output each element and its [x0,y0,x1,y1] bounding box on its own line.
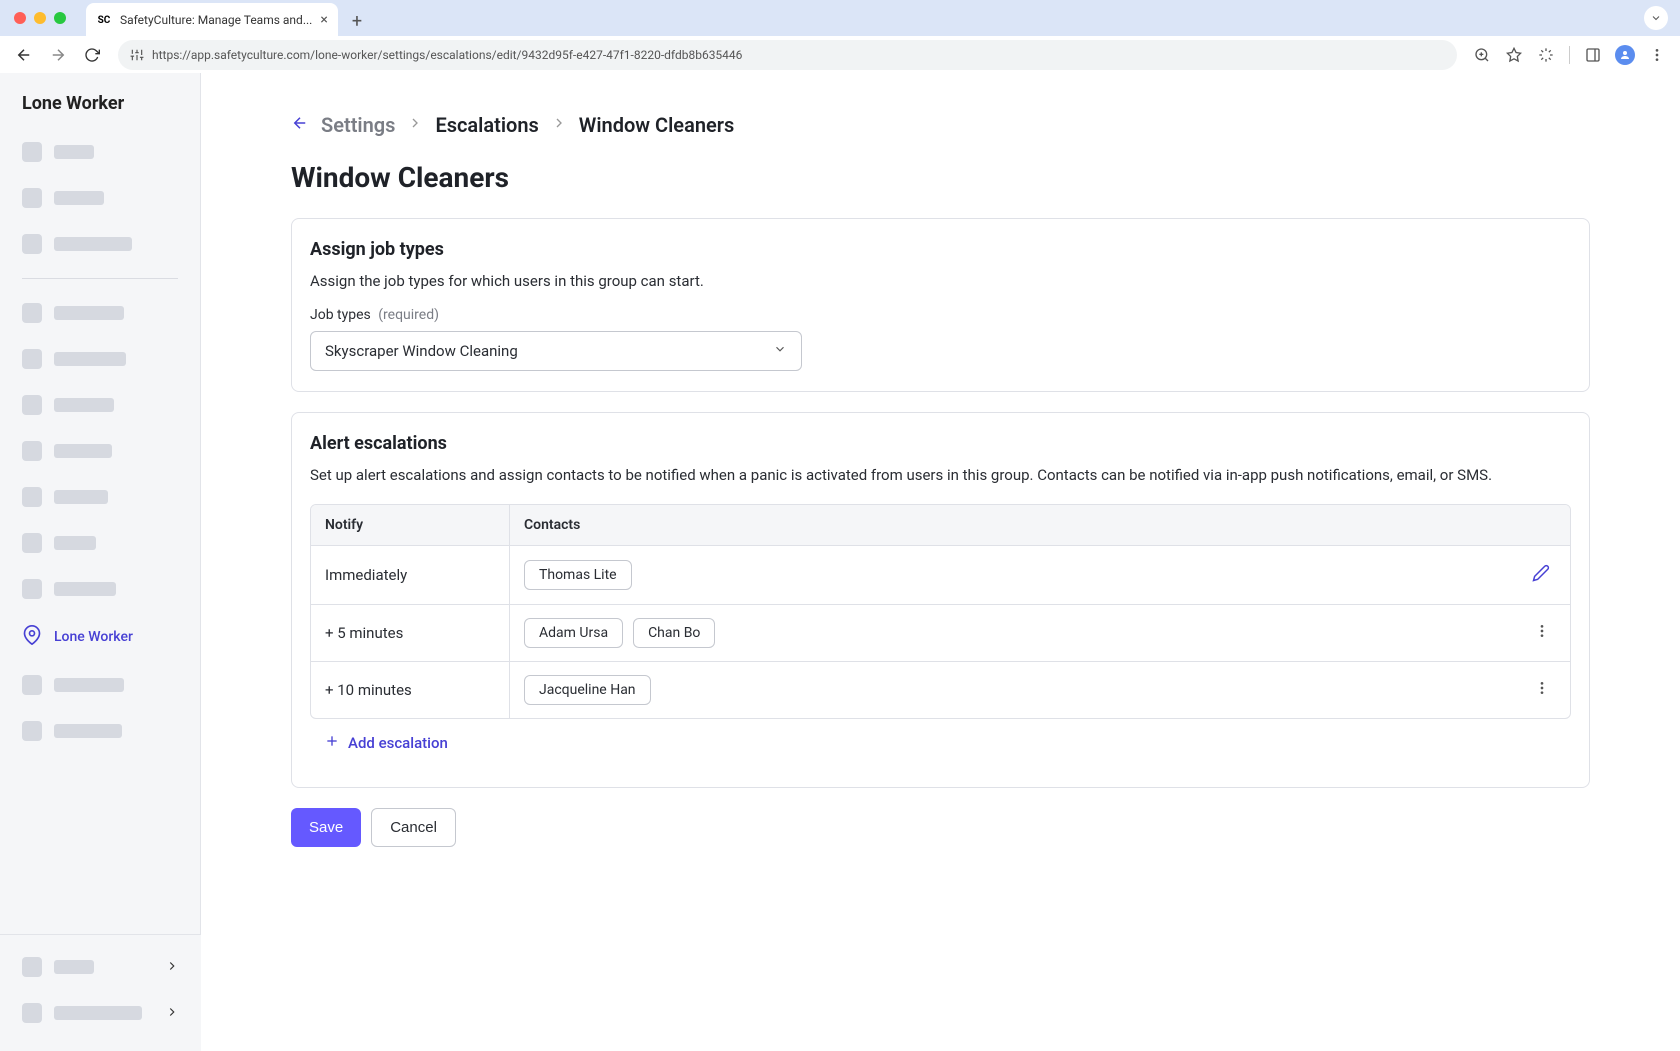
bookmark-icon[interactable] [1501,42,1527,68]
header-notify: Notify [311,505,510,545]
add-escalation-button[interactable]: Add escalation [310,719,1571,767]
job-types-label: Job types (required) [310,307,1571,323]
sidebar-item-skeleton[interactable] [12,993,189,1033]
sidebar-divider [22,278,178,279]
sidebar-title: Lone Worker [12,93,188,132]
chevron-right-icon [551,115,567,135]
chevron-right-icon [165,958,179,977]
page-title: Window Cleaners [291,161,1590,194]
plus-icon [324,733,340,753]
save-button[interactable]: Save [291,808,361,847]
tab-dropdown-button[interactable] [1644,6,1668,30]
more-button[interactable] [1528,674,1556,706]
tabs-bar: SC SafetyCulture: Manage Teams and... × … [0,0,1680,36]
tab-close-button[interactable]: × [320,12,327,28]
contacts-cell: Jacqueline Han [510,662,1570,718]
close-window-button[interactable] [14,12,26,24]
contacts-cell: Adam Ursa Chan Bo [510,605,1570,661]
panel-icon[interactable] [1580,42,1606,68]
sidebar-bottom [0,934,201,1051]
url-bar[interactable]: https://app.safetyculture.com/lone-worke… [118,40,1457,70]
reload-button[interactable] [78,41,106,69]
sidebar-item-skeleton[interactable] [12,178,188,218]
breadcrumb-back-button[interactable] [291,114,309,136]
table-row: + 10 minutes Jacqueline Han [311,662,1570,718]
escalations-title: Alert escalations [310,433,1571,454]
job-types-title: Assign job types [310,239,1571,260]
sidebar-item-skeleton[interactable] [12,711,188,751]
more-button[interactable] [1528,617,1556,649]
sidebar-item-lone-worker[interactable]: Lone Worker [12,615,188,659]
back-button[interactable] [10,41,38,69]
breadcrumb-escalations[interactable]: Escalations [435,113,538,137]
edit-button[interactable] [1526,558,1556,592]
sidebar: Lone Worker [0,73,201,1051]
menu-icon[interactable] [1644,42,1670,68]
profile-icon[interactable] [1612,42,1638,68]
escalations-table: Notify Contacts Immediately Thomas Lite … [310,504,1571,719]
sidebar-item-skeleton[interactable] [12,477,188,517]
browser-chrome: SC SafetyCulture: Manage Teams and... × … [0,0,1680,73]
notify-cell: + 10 minutes [311,662,510,718]
select-value: Skyscraper Window Cleaning [325,342,518,360]
tab-title: SafetyCulture: Manage Teams and... [120,13,312,27]
contact-chip[interactable]: Thomas Lite [524,560,632,590]
zoom-icon[interactable] [1469,42,1495,68]
sidebar-item-skeleton[interactable] [12,947,189,987]
extensions-icon[interactable] [1533,42,1559,68]
chevron-down-icon [773,342,787,360]
breadcrumb-current: Window Cleaners [579,113,734,137]
escalations-card: Alert escalations Set up alert escalatio… [291,412,1590,789]
sidebar-item-label: Lone Worker [54,629,133,645]
table-row: Immediately Thomas Lite [311,546,1570,605]
maximize-window-button[interactable] [54,12,66,24]
sidebar-item-skeleton[interactable] [12,339,188,379]
contact-chip[interactable]: Chan Bo [633,618,715,648]
table-row: + 5 minutes Adam Ursa Chan Bo [311,605,1570,662]
browser-tab[interactable]: SC SafetyCulture: Manage Teams and... × [86,3,338,37]
forward-button[interactable] [44,41,72,69]
minimize-window-button[interactable] [34,12,46,24]
address-bar: https://app.safetyculture.com/lone-worke… [0,36,1680,73]
map-pin-icon [22,625,42,649]
sidebar-item-skeleton[interactable] [12,431,188,471]
sidebar-item-skeleton[interactable] [12,665,188,705]
contact-chip[interactable]: Adam Ursa [524,618,623,648]
job-types-description: Assign the job types for which users in … [310,270,1571,293]
job-types-select[interactable]: Skyscraper Window Cleaning [310,331,802,371]
url-text: https://app.safetyculture.com/lone-worke… [152,48,1445,62]
breadcrumb: Settings Escalations Window Cleaners [291,113,1590,137]
add-escalation-label: Add escalation [348,734,448,752]
contacts-cell: Thomas Lite [510,546,1570,604]
contact-chip[interactable]: Jacqueline Han [524,675,651,705]
job-types-card: Assign job types Assign the job types fo… [291,218,1590,392]
sidebar-item-skeleton[interactable] [12,224,188,264]
notify-cell: + 5 minutes [311,605,510,661]
chevron-right-icon [165,1004,179,1023]
window-controls [14,12,78,24]
escalations-description: Set up alert escalations and assign cont… [310,464,1571,487]
site-settings-icon[interactable] [130,48,144,62]
sidebar-item-skeleton[interactable] [12,293,188,333]
header-contacts: Contacts [510,505,1570,545]
notify-cell: Immediately [311,546,510,604]
toolbar-icons [1469,42,1670,68]
sidebar-item-skeleton[interactable] [12,132,188,172]
main-panel: Settings Escalations Window Cleaners Win… [201,73,1680,1051]
tab-favicon-icon: SC [96,12,112,28]
chevron-right-icon [407,115,423,135]
breadcrumb-settings[interactable]: Settings [321,113,395,137]
toolbar-divider [1569,46,1570,64]
app-content: Lone Worker [0,73,1680,1051]
sidebar-item-skeleton[interactable] [12,385,188,425]
table-header: Notify Contacts [311,505,1570,546]
cancel-button[interactable]: Cancel [371,808,456,847]
sidebar-item-skeleton[interactable] [12,569,188,609]
form-actions: Save Cancel [291,808,1590,847]
new-tab-button[interactable]: + [346,9,368,34]
sidebar-item-skeleton[interactable] [12,523,188,563]
